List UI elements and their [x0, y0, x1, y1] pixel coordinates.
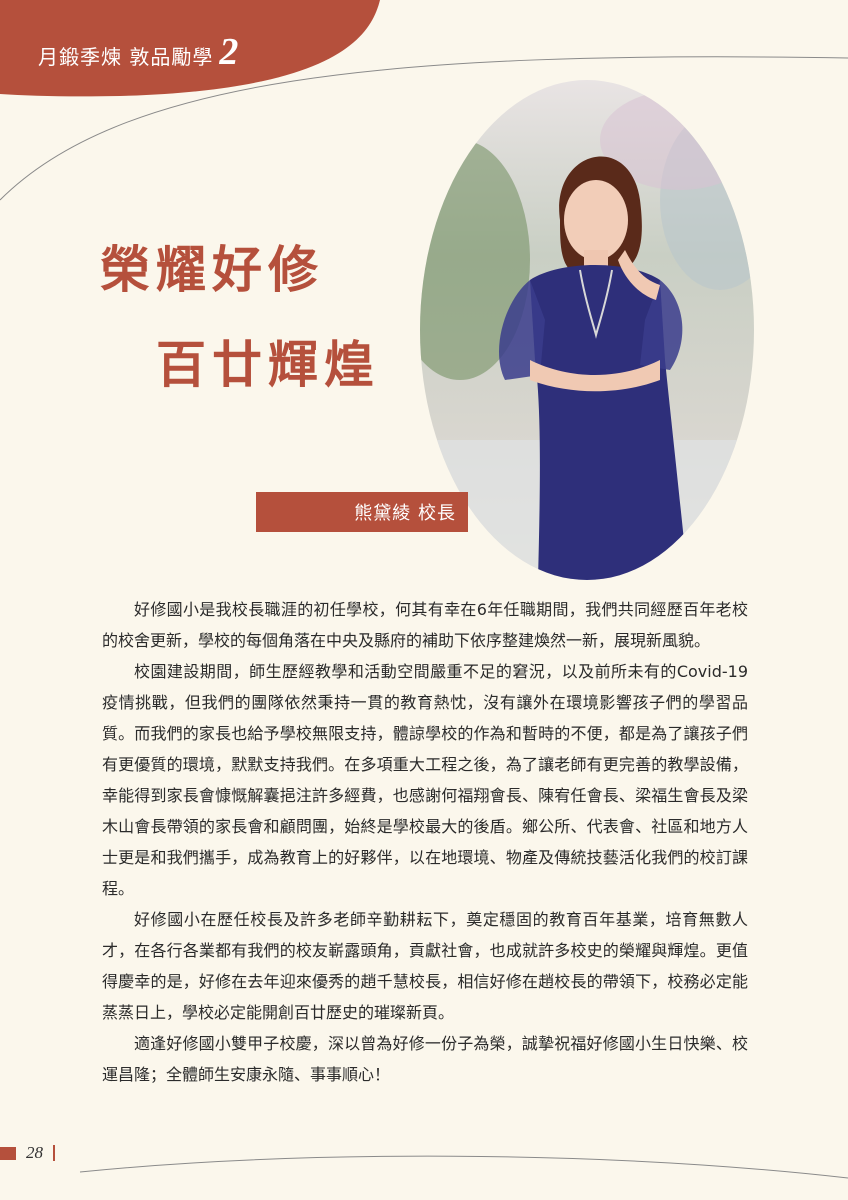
paragraph: 適逢好修國小雙甲子校慶，深以曾為好修一份子為榮，誠摯祝福好修國小生日快樂、校運昌… [102, 1034, 748, 1084]
bottom-curve-line [79, 1155, 848, 1179]
header-series-title: 月鍛季煉 敦品勵學 [38, 45, 214, 69]
paragraph: 好修國小在歷任校長及許多老師辛勤耕耘下，奠定穩固的教育百年基業，培育無數人才，在… [102, 910, 748, 1022]
footer-divider [53, 1145, 55, 1161]
article-body: 好修國小是我校長職涯的初任學校，何其有幸在6年任職期間，我們共同經歷百年老校的校… [102, 594, 748, 1090]
header-issue-number: 2 [219, 31, 239, 73]
principal-photo [420, 80, 754, 580]
name-tag: 熊黛綾 校長 [256, 492, 468, 532]
footer-accent-block [0, 1146, 16, 1160]
title-line-1: 榮耀好修 [100, 240, 324, 299]
paragraph: 好修國小是我校長職涯的初任學校，何其有幸在6年任職期間，我們共同經歷百年老校的校… [102, 600, 748, 650]
title-line-2: 百廿輝煌 [156, 335, 380, 394]
paragraph: 校園建設期間，師生歷經教學和活動空間嚴重不足的窘況，以及前所未有的Covid-1… [102, 662, 748, 898]
header: 月鍛季煉 敦品勵學 2 [38, 30, 238, 74]
page-footer: 28 [0, 1140, 55, 1166]
page-number: 28 [26, 1143, 43, 1162]
